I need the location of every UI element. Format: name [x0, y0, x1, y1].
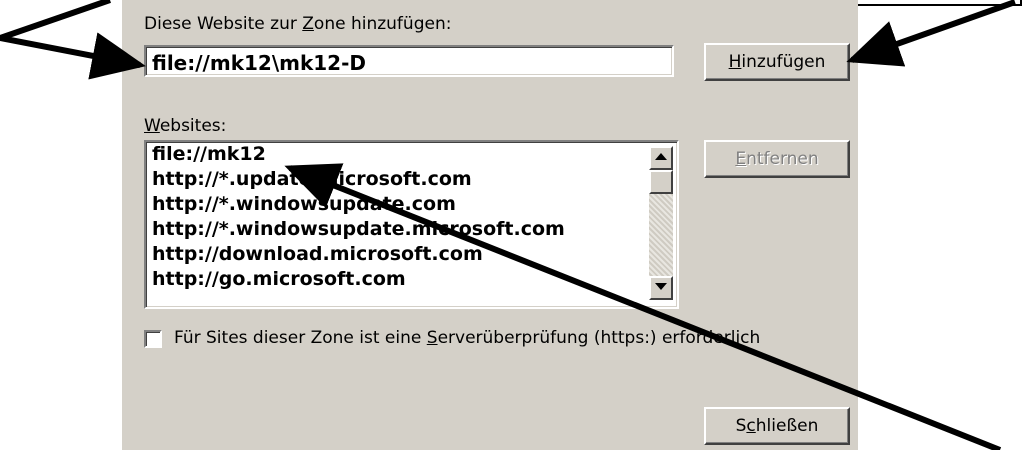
list-item[interactable]: file://mk12 — [146, 142, 677, 167]
websites-label: Websites: — [144, 116, 227, 136]
add-site-dialog: Diese Website zur Zone hinzufügen: file:… — [122, 0, 858, 450]
site-url-input[interactable]: file://mk12\mk12-D — [144, 45, 674, 77]
close-button[interactable]: Schließen — [704, 407, 850, 445]
scroll-down-button[interactable] — [649, 276, 673, 300]
remove-button[interactable]: Entfernen — [704, 140, 850, 178]
list-item[interactable]: http://*.windowsupdate.microsoft.com — [146, 217, 677, 242]
scroll-up-button[interactable] — [649, 146, 673, 170]
add-button[interactable]: Hinzufügen — [704, 43, 850, 81]
arrow-to-add-button — [846, 0, 1017, 67]
scroll-thumb[interactable] — [649, 170, 673, 194]
arrow-line — [0, 0, 111, 41]
https-required-checkbox[interactable] — [144, 330, 162, 348]
list-item[interactable]: http://*.windowsupdate.com — [146, 192, 677, 217]
triangle-up-icon — [655, 153, 667, 160]
list-item[interactable]: http://download.microsoft.com — [146, 242, 677, 267]
triangle-down-icon — [655, 283, 667, 290]
websites-scrollbar[interactable] — [649, 146, 673, 300]
add-site-label: Diese Website zur Zone hinzufügen: — [144, 14, 452, 34]
arrow-to-url-input — [0, 32, 146, 80]
https-required-label: Für Sites dieser Zone ist eine Serverübe… — [174, 328, 761, 348]
websites-list[interactable]: file://mk12 http://*.update.microsoft.co… — [144, 140, 679, 309]
list-item[interactable]: http://go.microsoft.com — [146, 267, 677, 292]
list-item[interactable]: http://*.update.microsoft.com — [146, 167, 677, 192]
